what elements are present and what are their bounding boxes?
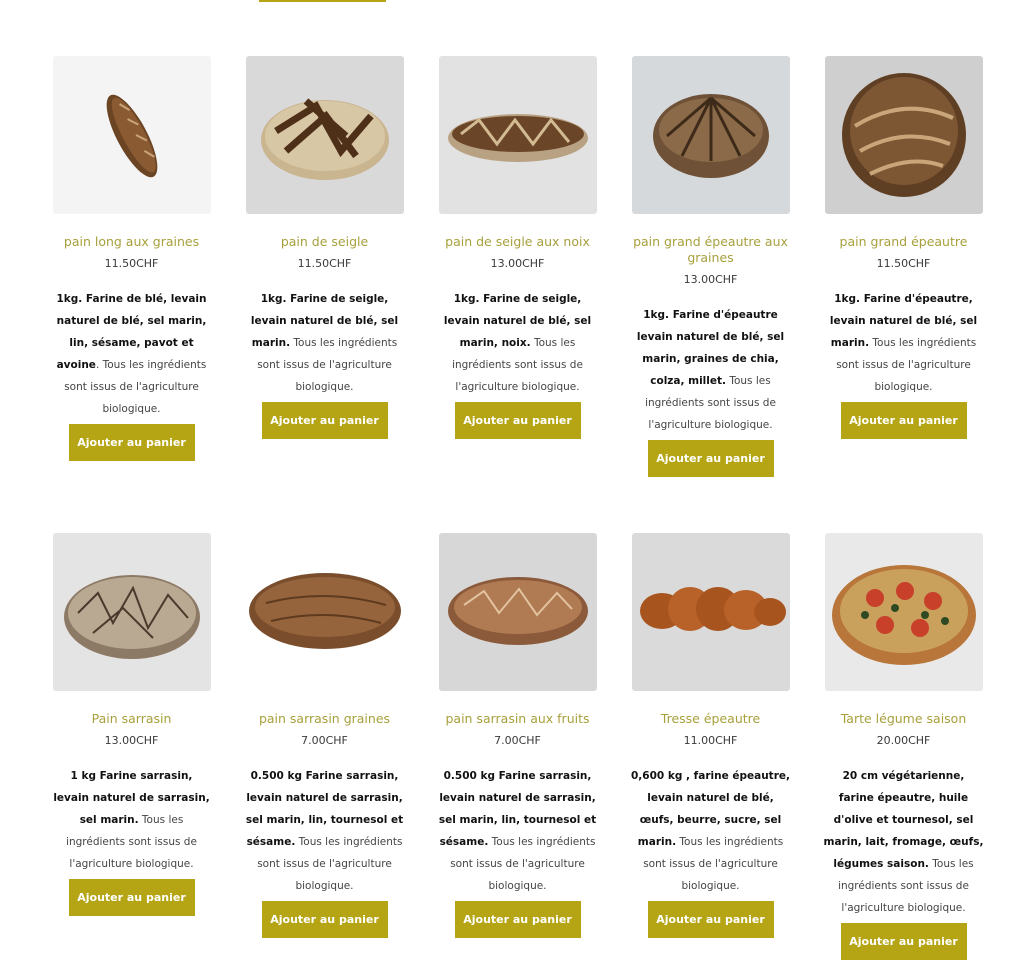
product-description: 1 kg Farine sarrasin, levain naturel de … — [53, 770, 210, 870]
product-description: 20 cm végétarienne, farine épeautre, hui… — [823, 770, 984, 914]
product-name[interactable]: Tresse épeautre — [626, 711, 796, 727]
add-to-cart-button[interactable]: Ajouter au panier — [68, 424, 195, 461]
product-grid: pain long aux graines 11.50CHF 1kg. Fari… — [35, 56, 1000, 960]
add-to-cart-button[interactable]: Ajouter au panier — [840, 923, 967, 960]
product-name[interactable]: Tarte légume saison — [819, 711, 989, 727]
product-card: pain de seigle 11.50CHF 1kg. Farine de s… — [228, 56, 421, 477]
product-description: 1kg. Farine d'épeautre levain naturel de… — [636, 309, 785, 431]
product-name[interactable]: Pain sarrasin — [47, 711, 217, 727]
add-to-cart-button[interactable]: Ajouter au panier — [261, 402, 388, 439]
add-to-cart-button[interactable]: Ajouter au panier — [840, 402, 967, 439]
product-image[interactable] — [438, 56, 597, 214]
product-description: 0.500 kg Farine sarrasin, levain naturel… — [438, 770, 597, 892]
product-price: 13.00CHF — [683, 273, 738, 286]
top-cart-button-edge[interactable] — [259, 0, 386, 2]
product-price: 20.00CHF — [876, 734, 931, 747]
add-to-cart-button[interactable]: Ajouter au panier — [68, 879, 195, 916]
product-image[interactable] — [824, 533, 983, 691]
add-to-cart-button[interactable]: Ajouter au panier — [454, 402, 581, 439]
product-name[interactable]: pain sarrasin graines — [240, 711, 410, 727]
product-image[interactable] — [631, 56, 790, 214]
product-description: 1kg. Farine de seigle, levain naturel de… — [250, 293, 399, 393]
product-image[interactable] — [824, 56, 983, 214]
product-name[interactable]: pain long aux graines — [47, 234, 217, 250]
product-card: pain de seigle aux noix 13.00CHF 1kg. Fa… — [421, 56, 614, 477]
product-image[interactable] — [245, 56, 404, 214]
product-card: pain grand épeautre aux graines 13.00CHF… — [614, 56, 807, 477]
product-card: pain sarrasin aux fruits 7.00CHF 0.500 k… — [421, 533, 614, 960]
product-name[interactable]: pain sarrasin aux fruits — [433, 711, 603, 727]
product-price: 11.50CHF — [297, 257, 352, 270]
product-image[interactable] — [438, 533, 597, 691]
product-card: Tarte légume saison 20.00CHF 20 cm végét… — [807, 533, 1000, 960]
product-description: 0,600 kg , farine épeautre, levain natur… — [631, 770, 790, 892]
product-price: 7.00CHF — [494, 734, 541, 747]
product-card: Pain sarrasin 13.00CHF 1 kg Farine sarra… — [35, 533, 228, 960]
product-price: 7.00CHF — [301, 734, 348, 747]
product-price: 13.00CHF — [490, 257, 545, 270]
product-description: 1kg. Farine de blé, levain naturel de bl… — [56, 293, 207, 415]
product-image[interactable] — [245, 533, 404, 691]
add-to-cart-button[interactable]: Ajouter au panier — [454, 901, 581, 938]
product-card: pain grand épeautre 11.50CHF 1kg. Farine… — [807, 56, 1000, 477]
product-card: pain long aux graines 11.50CHF 1kg. Fari… — [35, 56, 228, 477]
product-price: 11.00CHF — [683, 734, 738, 747]
product-name[interactable]: pain grand épeautre — [819, 234, 989, 250]
product-description: 1kg. Farine de seigle, levain naturel de… — [443, 293, 592, 393]
add-to-cart-button[interactable]: Ajouter au panier — [647, 440, 774, 477]
add-to-cart-button[interactable]: Ajouter au panier — [261, 901, 388, 938]
product-image[interactable] — [52, 533, 211, 691]
product-image[interactable] — [631, 533, 790, 691]
product-name[interactable]: pain de seigle — [240, 234, 410, 250]
add-to-cart-button[interactable]: Ajouter au panier — [647, 901, 774, 938]
product-price: 13.00CHF — [104, 734, 159, 747]
product-description: 0.500 kg Farine sarrasin, levain naturel… — [245, 770, 404, 892]
product-description: 1kg. Farine d'épeautre, levain naturel d… — [829, 293, 978, 393]
product-price: 11.50CHF — [104, 257, 159, 270]
product-price: 11.50CHF — [876, 257, 931, 270]
product-card: Tresse épeautre 11.00CHF 0,600 kg , fari… — [614, 533, 807, 960]
product-card: pain sarrasin graines 7.00CHF 0.500 kg F… — [228, 533, 421, 960]
product-name[interactable]: pain grand épeautre aux graines — [626, 234, 796, 266]
product-name[interactable]: pain de seigle aux noix — [433, 234, 603, 250]
product-image[interactable] — [52, 56, 211, 214]
